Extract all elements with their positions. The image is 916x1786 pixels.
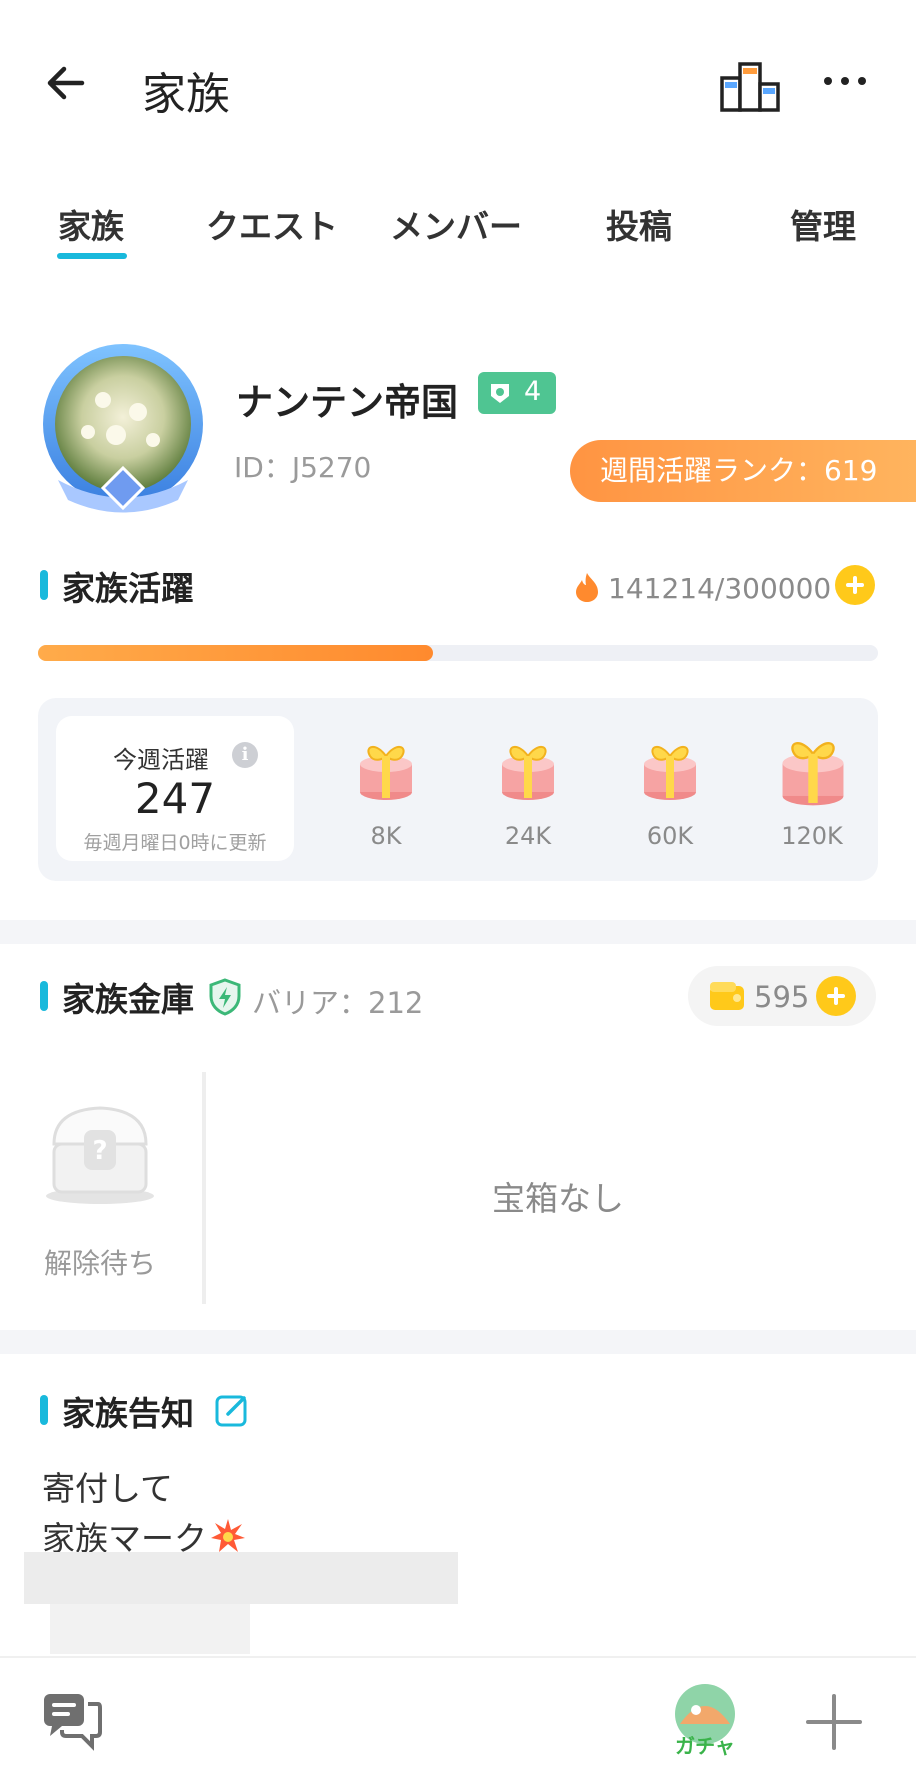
vault-divider	[202, 1072, 206, 1304]
section-divider	[0, 1330, 916, 1354]
weekly-activity-card: 今週活躍 i 247 毎週月曜日0時に更新	[56, 716, 294, 861]
level-icon	[491, 384, 509, 403]
weekly-activity-value: 247	[134, 774, 216, 823]
more-icon	[824, 77, 866, 85]
redacted-text	[50, 1602, 250, 1654]
family-id: ID：J5270	[234, 451, 372, 484]
chest-status: 解除待ち	[44, 1247, 157, 1280]
tab-bar: 家族 クエスト メンバー 投稿 管理	[0, 190, 916, 270]
ranking-icon	[720, 62, 780, 112]
reward-gift-4[interactable]: 120K	[762, 734, 862, 854]
vault-coins[interactable]: 595	[688, 966, 876, 1026]
vault-add-button[interactable]	[816, 976, 856, 1016]
tab-quest[interactable]: クエスト	[206, 200, 338, 248]
section-marker	[40, 1395, 48, 1425]
section-divider	[0, 920, 916, 944]
gift-icon	[782, 742, 844, 806]
redacted-text	[24, 1552, 458, 1604]
svg-text:?: ?	[92, 1136, 107, 1166]
chest-icon: ?	[46, 1106, 154, 1204]
info-icon[interactable]: i	[232, 742, 258, 768]
weekly-reward-panel: 今週活躍 i 247 毎週月曜日0時に更新 8K 24K 60K 120K	[38, 698, 878, 881]
reward-threshold: 24K	[504, 822, 552, 850]
edit-icon[interactable]	[214, 1392, 250, 1428]
family-level-badge: 4	[478, 372, 556, 414]
gift-icon	[360, 746, 412, 800]
activity-count: 141214/300000	[608, 572, 832, 605]
chat-icon[interactable]	[40, 1688, 104, 1752]
reward-threshold: 60K	[646, 822, 694, 850]
back-button[interactable]	[44, 55, 100, 111]
vault-barrier: バリア：212	[252, 986, 424, 1020]
vault-coin-count: 595	[754, 980, 810, 1014]
tab-manage[interactable]: 管理	[790, 200, 856, 248]
weekly-update-note: 毎週月曜日0時に更新	[83, 832, 267, 854]
page-title: 家族	[142, 69, 230, 120]
weekly-rank-button[interactable]: 週間活躍ランク：619	[570, 440, 916, 502]
family-level: 4	[524, 376, 542, 407]
ranking-button[interactable]	[718, 58, 784, 114]
bottom-bar: ガチャ	[0, 1656, 916, 1786]
plus-icon[interactable]	[804, 1692, 864, 1752]
activity-progress-fill	[38, 645, 433, 661]
section-marker	[40, 570, 48, 600]
back-arrow-icon	[47, 66, 85, 100]
notice-line: 寄付して	[42, 1469, 174, 1508]
shield-icon	[209, 978, 241, 1016]
burst-icon	[211, 1519, 245, 1552]
family-name: ナンテン帝国	[236, 381, 458, 424]
coin-icon	[710, 982, 744, 1010]
vault-empty-text: 宝箱なし	[492, 1179, 624, 1218]
active-tab-indicator	[57, 253, 127, 259]
notice-title: 家族告知	[62, 1394, 194, 1433]
gift-icon	[502, 746, 554, 800]
reward-gift-2[interactable]: 24K	[478, 734, 578, 854]
gift-icon	[644, 746, 696, 800]
more-button[interactable]	[820, 66, 870, 96]
reward-threshold: 8K	[370, 822, 402, 850]
family-avatar[interactable]	[28, 340, 218, 525]
tab-family[interactable]: 家族	[58, 200, 124, 248]
gacha-button[interactable]: ガチャ	[668, 1684, 742, 1764]
tab-members[interactable]: メンバー	[390, 200, 522, 248]
activity-progress-bar	[38, 645, 878, 661]
reward-threshold: 120K	[781, 822, 843, 850]
activity-add-button[interactable]	[835, 565, 875, 605]
flame-icon	[576, 573, 598, 602]
section-marker	[40, 981, 48, 1011]
tab-posts[interactable]: 投稿	[606, 200, 672, 248]
app-header: 家族	[0, 0, 916, 170]
gacha-label: ガチャ	[675, 1734, 735, 1758]
activity-title: 家族活躍	[62, 569, 194, 608]
reward-gift-3[interactable]: 60K	[620, 734, 720, 854]
reward-gift-1[interactable]: 8K	[336, 734, 436, 854]
vault-title: 家族金庫	[62, 980, 194, 1019]
